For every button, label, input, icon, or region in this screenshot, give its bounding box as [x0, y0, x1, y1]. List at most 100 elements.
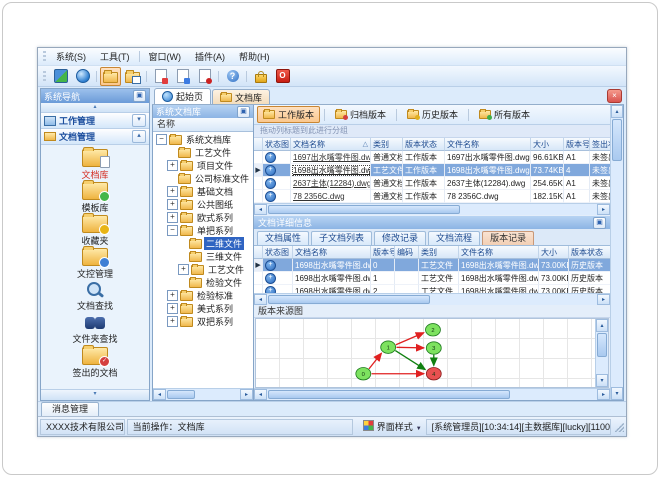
scroll-down-icon[interactable]: ▾: [596, 374, 608, 387]
table-row[interactable]: ▶ +1698出水嘴零件图.dwg 0 工艺文件 1698出水嘴零件图.dwg 73.00…: [254, 259, 610, 272]
scroll-left-icon[interactable]: ◂: [254, 204, 267, 215]
history-version-button[interactable]: 历史版本: [401, 106, 464, 123]
column-header-类别[interactable]: 类别: [371, 138, 403, 151]
version-node-4[interactable]: 4: [425, 367, 442, 381]
menu-item[interactable]: 插件(A): [188, 49, 232, 64]
tree-node-单把系列[interactable]: − 单把系列: [153, 224, 253, 237]
column-header-版本号[interactable]: 版本号: [371, 246, 395, 259]
column-header-版本状态[interactable]: 版本状态: [403, 138, 445, 151]
tree-node-二维文件[interactable]: 二维文件: [153, 237, 253, 250]
tree-node-工艺文件[interactable]: 工艺文件: [153, 146, 253, 159]
column-header-状态图[interactable]: 状态图: [263, 138, 291, 151]
version-grid-hscrollbar[interactable]: ◂ ▸: [254, 293, 610, 305]
tab-文档库[interactable]: 文档库: [212, 89, 271, 104]
lock-button[interactable]: [250, 67, 271, 86]
app-window-button[interactable]: [50, 67, 71, 86]
tree-node-双把系列[interactable]: + 双把系列: [153, 315, 253, 328]
tree-node-工艺文件[interactable]: + 工艺文件: [153, 263, 253, 276]
scroll-up-icon[interactable]: ▴: [611, 105, 623, 118]
sidebar-item-签出的文档[interactable]: 签出的文档: [41, 344, 149, 379]
sidebar-item-收藏夹[interactable]: 收藏夹: [41, 212, 149, 247]
interface-style-dropdown[interactable]: 界面样式 ▼: [357, 419, 424, 435]
detail-tab-修改记录[interactable]: 修改记录: [374, 231, 427, 245]
doc-new-button[interactable]: [150, 67, 171, 86]
tree-node-项目文件[interactable]: + 项目文件: [153, 159, 253, 172]
menu-item[interactable]: 系统(S): [49, 49, 93, 64]
expand-plus-icon[interactable]: +: [167, 316, 178, 327]
tree-node-基础文档[interactable]: + 基础文档: [153, 185, 253, 198]
pin-icon[interactable]: ▣: [237, 105, 250, 118]
menu-item[interactable]: 帮助(H): [232, 49, 277, 64]
column-header-状态图[interactable]: 状态图: [263, 246, 293, 259]
sidebar-item-模板库[interactable]: 模板库: [41, 179, 149, 214]
pin-icon[interactable]: ▣: [593, 216, 606, 229]
expand-plus-icon[interactable]: +: [167, 303, 178, 314]
help-button[interactable]: ?: [222, 67, 243, 86]
menu-item[interactable]: 工具(T): [93, 49, 137, 64]
table-row[interactable]: +2637主体(12284).dwg 普通文档 工作版本 2637主体(12284).…: [254, 177, 620, 190]
doc-edit-button[interactable]: [172, 67, 193, 86]
table-row[interactable]: ▶ +1698出水嘴零件图.dwg 工艺文件 工作版本 1698出水嘴零件图.dwg 73…: [254, 164, 620, 177]
tab-起始页[interactable]: 起始页: [154, 88, 212, 104]
sidebar-collapse-strip[interactable]: ▴: [41, 103, 149, 113]
doc-delete-button[interactable]: [194, 67, 215, 86]
doc-name-cell[interactable]: 78 2356C.dwg: [291, 190, 371, 203]
doc-name-cell[interactable]: 1698出水嘴零件图.dwg: [293, 272, 371, 285]
version-node-3[interactable]: 3: [425, 341, 442, 355]
expand-plus-icon[interactable]: +: [167, 199, 178, 210]
version-node-1[interactable]: 1: [380, 340, 397, 354]
scroll-right-icon[interactable]: ▸: [597, 389, 610, 400]
detail-tab-文档属性[interactable]: 文档属性: [257, 231, 310, 245]
open-library-button[interactable]: [100, 66, 121, 86]
scroll-thumb[interactable]: [268, 205, 460, 214]
document-grid-hscrollbar[interactable]: ◂ ▸: [254, 203, 610, 215]
doc-name-cell[interactable]: 2637主体(12284).dwg: [291, 177, 371, 190]
expand-plus-icon[interactable]: +: [178, 264, 189, 275]
column-header-大小[interactable]: 大小: [531, 138, 564, 151]
menu-item[interactable]: 窗口(W): [142, 49, 189, 64]
scroll-thumb[interactable]: [167, 390, 195, 399]
scroll-thumb[interactable]: [597, 333, 607, 357]
expand-plus-icon[interactable]: +: [167, 160, 178, 171]
sidebar-item-文档库[interactable]: 文档库: [41, 146, 149, 181]
detail-tab-文档流程[interactable]: 文档流程: [428, 231, 481, 245]
table-row[interactable]: +1698出水嘴零件图.dwg 1 工艺文件 1698出水嘴零件图.dwg 73.00K…: [254, 272, 610, 285]
chevron-up-icon[interactable]: ▴: [132, 130, 146, 143]
expand-plus-icon[interactable]: +: [167, 212, 178, 223]
power-button[interactable]: O: [272, 67, 293, 86]
collapse-minus-icon[interactable]: −: [167, 225, 178, 236]
version-node-2[interactable]: 2: [425, 323, 441, 337]
column-header-文档名称[interactable]: 文档名称: [293, 246, 371, 259]
close-icon[interactable]: ×: [607, 89, 622, 103]
workspace-vscrollbar[interactable]: ▴ ▾: [610, 105, 623, 400]
expand-plus-icon[interactable]: +: [167, 290, 178, 301]
version-graph[interactable]: 0 1 2 3 4: [256, 319, 595, 387]
pin-icon[interactable]: ▣: [133, 90, 146, 102]
column-header-文档名称[interactable]: 文档名称 △: [291, 138, 371, 151]
column-header-编码[interactable]: 编码: [395, 246, 419, 259]
tree-node-系统文档库[interactable]: − 系统文档库: [153, 133, 253, 146]
scroll-right-icon[interactable]: ▸: [240, 389, 253, 400]
doc-name-cell[interactable]: 1698出水嘴零件图.dwg: [293, 259, 371, 272]
sidebar-scroll-down[interactable]: ▾: [41, 389, 149, 400]
scroll-left-icon[interactable]: ◂: [254, 294, 267, 305]
column-header-类别[interactable]: 类别: [419, 246, 459, 259]
column-header-文件名称[interactable]: 文件名称: [459, 246, 539, 259]
tree-hscrollbar[interactable]: ◂ ▸: [153, 388, 253, 400]
message-management-tab[interactable]: 消息管理: [41, 402, 100, 416]
doc-name-cell[interactable]: 1698出水嘴零件图.dwg: [293, 285, 371, 293]
graph-hscrollbar[interactable]: ◂ ▸: [254, 388, 610, 400]
scroll-left-icon[interactable]: ◂: [254, 389, 267, 400]
all-version-button[interactable]: 所有版本: [473, 106, 536, 123]
detail-tab-子文档列表[interactable]: 子文档列表: [311, 231, 373, 245]
tree-node-美式系列[interactable]: + 美式系列: [153, 302, 253, 315]
work-version-button[interactable]: 工作版本: [257, 106, 321, 123]
detail-tab-版本记录[interactable]: 版本记录: [482, 231, 535, 245]
scroll-down-icon[interactable]: ▾: [611, 387, 623, 400]
tree-node-检验文件[interactable]: 检验文件: [153, 276, 253, 289]
version-node-0[interactable]: 0: [355, 367, 372, 381]
table-row[interactable]: +78 2356C.dwg 普通文档 工作版本 78 2356C.dwg 182.15K…: [254, 190, 620, 203]
tree-node-公司标准文件[interactable]: 公司标准文件: [153, 172, 253, 185]
scroll-right-icon[interactable]: ▸: [597, 294, 610, 305]
tree-node-欧式系列[interactable]: + 欧式系列: [153, 211, 253, 224]
